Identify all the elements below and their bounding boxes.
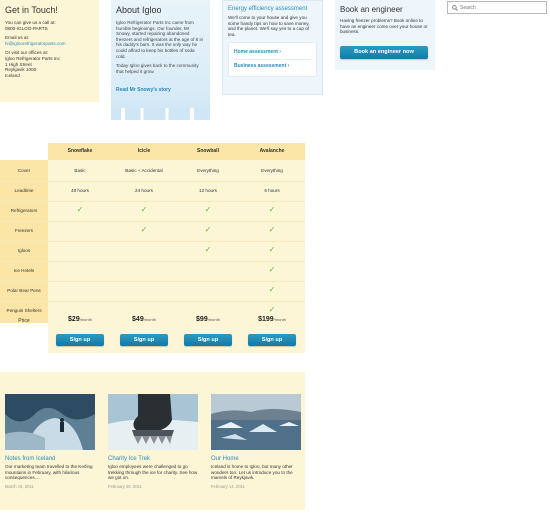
row-divider bbox=[0, 181, 305, 182]
pricing-table: Snowflake Icicle Snowball Avalanche Cove… bbox=[0, 143, 305, 353]
blog-post-date: February 14, 2011 bbox=[211, 483, 245, 489]
crampon-boot-photo[interactable] bbox=[108, 394, 198, 450]
business-assessment-link[interactable]: Business assessment › bbox=[234, 59, 311, 73]
address: Or visit our offices at: Igloo Refrigera… bbox=[5, 50, 60, 78]
check-icon: ✓ bbox=[76, 205, 84, 214]
row-label-cover: Cover bbox=[17, 168, 31, 173]
cover-snowball: Everything bbox=[197, 168, 219, 173]
row-label-polar-bear-pens: Polar Bear Pens bbox=[7, 288, 41, 293]
leadtime-snowflake: 48 hours bbox=[71, 188, 89, 193]
blog-post[interactable]: Our Home Iceland is home to Igloo, but m… bbox=[211, 394, 301, 489]
check-icon: ✓ bbox=[268, 225, 276, 234]
row-label-igloos: Igloos bbox=[17, 248, 31, 253]
row-label-leadtime: Leadtime bbox=[14, 188, 34, 193]
about-para-2: Today Igloo gives back to the community … bbox=[116, 63, 199, 74]
blog-post[interactable]: Notes from Iceland Our marketing team tr… bbox=[5, 394, 95, 489]
assessment-links: Home assessment › Business assessment › bbox=[228, 42, 317, 78]
blog-post[interactable]: Charity Ice Trek Igloo employees were ch… bbox=[108, 394, 198, 489]
signup-avalanche-button[interactable]: Sign up bbox=[248, 334, 296, 346]
cover-snowflake: Basic bbox=[74, 168, 86, 173]
row-divider bbox=[0, 201, 305, 202]
plan-title-snowflake: Snowflake bbox=[67, 148, 93, 154]
about-title: About Igloo bbox=[116, 5, 162, 15]
check-icon: ✓ bbox=[268, 285, 276, 294]
search-box bbox=[447, 1, 547, 14]
book-text: Having freezer problems? Book online to … bbox=[340, 18, 428, 35]
leadtime-snowball: 12 hours bbox=[199, 188, 217, 193]
row-divider bbox=[0, 261, 305, 262]
blog-post-title[interactable]: Notes from Iceland bbox=[5, 456, 95, 462]
leadtime-avalanche: 6 hours bbox=[264, 188, 280, 193]
about-para-1: Igloo Refrigerator Parts Inc came from h… bbox=[116, 20, 204, 59]
energy-text: We'll come to your house and give you so… bbox=[228, 15, 310, 37]
row-label-freezers: Freezers bbox=[14, 228, 34, 233]
row-label-refrigerators: Refrigerators bbox=[10, 208, 38, 213]
cover-avalanche: Everything bbox=[261, 168, 283, 173]
plan-title-snowball: Snowball bbox=[197, 148, 219, 154]
call-text: You can give us a call at: 0800-IGLOO-PA… bbox=[5, 20, 56, 31]
row-label-ice-hotels: Ice Hotels bbox=[13, 268, 35, 273]
email-text: Email us at: hi@igloorefrigeratorparts.c… bbox=[5, 35, 66, 46]
glacier-lagoon-photo[interactable] bbox=[211, 394, 301, 450]
get-in-touch-card: Get in Touch! You can give us a call at:… bbox=[0, 0, 99, 102]
plan-title-avalanche: Avalanche bbox=[259, 148, 285, 154]
search-input[interactable] bbox=[460, 2, 544, 13]
email-link[interactable]: hi@igloorefrigeratorparts.com bbox=[5, 41, 66, 46]
row-divider bbox=[0, 221, 305, 222]
cover-icicle: Basic + Accidental bbox=[125, 168, 163, 173]
book-title: Book an engineer bbox=[340, 5, 403, 14]
check-icon: ✓ bbox=[204, 205, 212, 214]
search-icon bbox=[452, 5, 458, 11]
blog-post-excerpt: Our marketing team travelled to the Kerl… bbox=[5, 464, 93, 481]
check-icon: ✓ bbox=[204, 225, 212, 234]
check-icon: ✓ bbox=[140, 205, 148, 214]
book-engineer-card: Book an engineer Having freezer problems… bbox=[335, 0, 435, 70]
leadtime-icicle: 24 hours bbox=[135, 188, 153, 193]
about-igloo-card: About Igloo Igloo Refrigerator Parts Inc… bbox=[111, 0, 210, 120]
check-icon: ✓ bbox=[204, 245, 212, 254]
blog-strip: Notes from Iceland Our marketing team tr… bbox=[0, 372, 305, 510]
home-assessment-link[interactable]: Home assessment › bbox=[234, 46, 311, 59]
check-icon: ✓ bbox=[268, 245, 276, 254]
signup-snowflake-button[interactable]: Sign up bbox=[56, 334, 104, 346]
signup-icicle-button[interactable]: Sign up bbox=[120, 334, 168, 346]
signup-snowball-button[interactable]: Sign up bbox=[184, 334, 232, 346]
read-story-link[interactable]: Read Mr Snowy's story bbox=[116, 87, 171, 93]
price-snowball: $99/month bbox=[196, 316, 220, 323]
get-in-touch-title: Get in Touch! bbox=[5, 5, 58, 15]
check-icon: ✓ bbox=[140, 225, 148, 234]
blog-post-excerpt: Igloo employees were challenged to go tr… bbox=[108, 464, 198, 481]
row-divider bbox=[0, 241, 305, 242]
row-label-price: Price bbox=[18, 318, 30, 324]
energy-title: Energy efficiency assessment bbox=[228, 6, 308, 12]
blog-post-title[interactable]: Charity Ice Trek bbox=[108, 456, 198, 462]
row-label-penguin-shelters: Penguin Shelters bbox=[6, 308, 42, 313]
energy-assessment-card: Energy efficiency assessment We'll come … bbox=[222, 0, 323, 95]
price-snowflake: $29/month bbox=[68, 316, 92, 323]
blog-post-title[interactable]: Our Home bbox=[211, 456, 301, 462]
row-divider bbox=[0, 301, 305, 302]
plan-title-icicle: Icicle bbox=[137, 148, 151, 154]
blog-post-date: February 28, 2011 bbox=[108, 483, 142, 489]
ice-cave-photo[interactable] bbox=[5, 394, 95, 450]
phone-number: 0800-IGLOO-PARTS bbox=[5, 25, 48, 31]
blog-post-excerpt: Iceland is home to Igloo, but many other… bbox=[211, 464, 293, 481]
check-icon: ✓ bbox=[268, 265, 276, 274]
price-icicle: $49/month bbox=[132, 316, 156, 323]
icicle-decoration bbox=[111, 108, 210, 120]
blog-post-date: March 15, 2011 bbox=[5, 483, 34, 489]
check-icon: ✓ bbox=[268, 205, 276, 214]
row-divider bbox=[0, 281, 305, 282]
check-icon: ✓ bbox=[268, 305, 276, 314]
price-avalanche: $199/month bbox=[258, 316, 286, 323]
book-engineer-button[interactable]: Book an engineer now bbox=[340, 45, 428, 59]
